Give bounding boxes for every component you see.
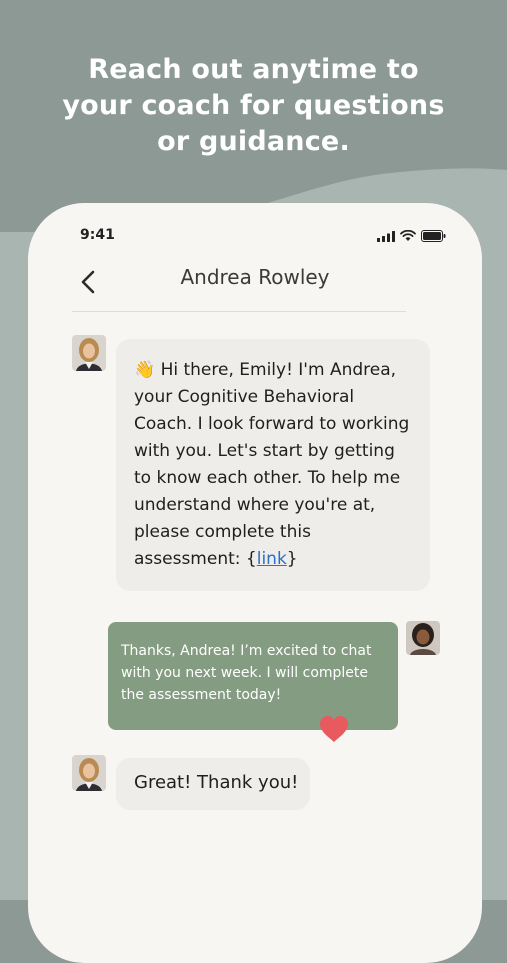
battery-icon — [421, 230, 446, 242]
headline: Reach out anytime to your coach for ques… — [0, 52, 507, 160]
wifi-icon — [400, 230, 416, 241]
coach-message-bubble: 👋 Hi there, Emily! I'm Andrea, your Cogn… — [116, 339, 430, 591]
user-message-text: Thanks, Andrea! I’m excited to chat with… — [121, 643, 372, 703]
coach-avatar-image — [72, 755, 106, 791]
heart-icon[interactable] — [318, 714, 350, 744]
user-message-bubble: Thanks, Andrea! I’m excited to chat with… — [108, 622, 398, 730]
assessment-link[interactable]: link — [257, 549, 287, 569]
header-divider — [72, 311, 406, 312]
coach-avatar[interactable] — [72, 335, 106, 371]
chat-title: Andrea Rowley — [180, 265, 330, 289]
message-text: Hi there, Emily! I'm Andrea, your Cognit… — [134, 360, 410, 569]
user-avatar-image — [406, 621, 440, 655]
wave-emoji: 👋 — [134, 360, 156, 380]
message-text-end: } — [286, 549, 298, 569]
signal-icon — [377, 230, 395, 242]
headline-line-2: your coach for questions — [62, 90, 445, 121]
coach-reply-text: Great! Thank you! — [134, 772, 299, 793]
phone-frame: 9:41 Andrea Rowley 👋 Hi there, Emily! I'… — [28, 203, 482, 963]
coach-avatar-image — [72, 335, 106, 371]
headline-line-3: or guidance. — [157, 126, 350, 157]
coach-reply-bubble: Great! Thank you! — [116, 758, 310, 810]
status-icons — [377, 230, 446, 242]
headline-line-1: Reach out anytime to — [88, 54, 419, 85]
user-avatar[interactable] — [406, 621, 440, 655]
status-time: 9:41 — [80, 227, 115, 243]
coach-avatar[interactable] — [72, 755, 106, 791]
coach-message-text: 👋 Hi there, Emily! I'm Andrea, your Cogn… — [134, 357, 416, 573]
